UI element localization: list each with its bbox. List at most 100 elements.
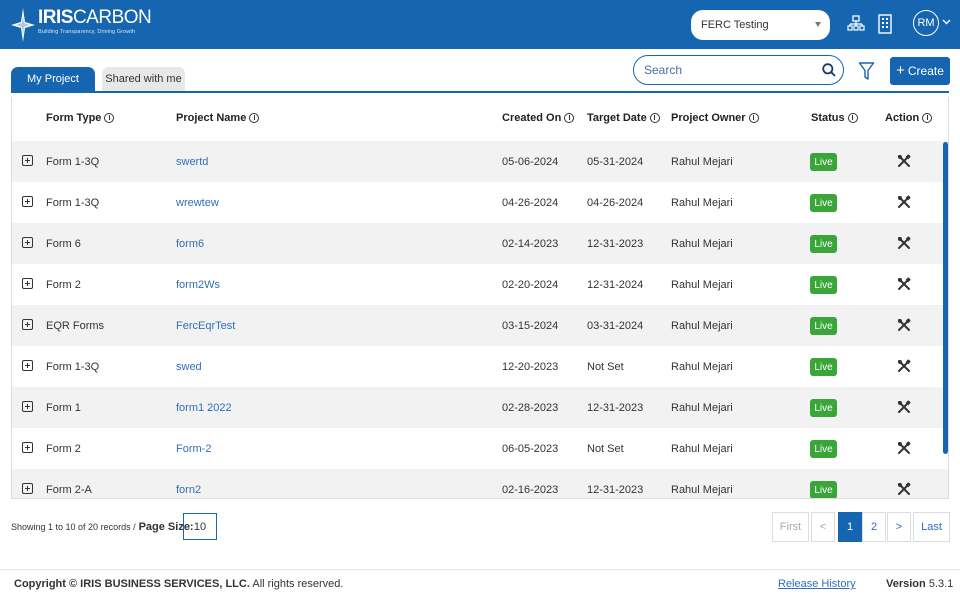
search-icon[interactable] (822, 63, 836, 77)
table-row[interactable]: Form 1 form1 2022 02-28-2023 12-31-2023 … (12, 387, 948, 428)
iris-carbon-logo[interactable]: IRISCARBON Building Transparency, Drivin… (10, 7, 152, 43)
expand-icon[interactable] (22, 237, 33, 248)
info-icon[interactable] (847, 113, 858, 123)
building-icon[interactable] (876, 13, 894, 35)
table-row[interactable]: Form 6 form6 02-14-2023 12-31-2023 Rahul… (12, 223, 948, 264)
project-name-link[interactable]: wrewtew (176, 182, 219, 223)
expand-icon[interactable] (22, 360, 33, 371)
created-on-cell: 12-20-2023 (502, 360, 559, 373)
project-name-link[interactable]: form1 2022 (176, 387, 232, 428)
records-summary: Showing 1 to 10 of 20 records / Page Siz… (11, 521, 194, 533)
page-1-button[interactable]: 1 (838, 512, 862, 542)
form-type-cell: Form 1 (46, 401, 81, 414)
tools-icon[interactable] (897, 195, 911, 209)
expand-icon[interactable] (22, 401, 33, 412)
expand-icon[interactable] (22, 155, 33, 166)
project-name-link[interactable]: swed (176, 346, 202, 387)
created-on-cell: 02-20-2024 (502, 278, 559, 291)
search-box (633, 55, 844, 85)
expand-icon[interactable] (22, 483, 33, 494)
tools-icon[interactable] (897, 441, 911, 455)
form-type-cell: Form 1-3Q (46, 196, 100, 209)
star-logo-icon (11, 8, 35, 42)
table-row[interactable]: Form 2-A forn2 02-16-2023 12-31-2023 Rah… (12, 469, 948, 498)
table-header: Form Type Project Name Created On Target… (12, 97, 948, 141)
status-badge: Live (810, 481, 837, 498)
plus-icon: + (896, 62, 905, 79)
version-number: 5.3.1 (928, 578, 954, 590)
prev-page-button[interactable]: < (811, 512, 835, 542)
column-header-project-owner[interactable]: Project Owner (671, 112, 759, 124)
table-row[interactable]: Form 1-3Q swertd 05-06-2024 05-31-2024 R… (12, 141, 948, 182)
organization-icon[interactable] (847, 13, 865, 35)
chevron-down-icon[interactable] (942, 17, 951, 26)
expand-icon[interactable] (22, 278, 33, 289)
tab-my-project[interactable]: My Project (11, 67, 95, 91)
project-name-link[interactable]: form6 (176, 223, 204, 264)
table-row[interactable]: Form 2 form2Ws 02-20-2024 12-31-2024 Rah… (12, 264, 948, 305)
top-navbar: IRISCARBON Building Transparency, Drivin… (0, 0, 960, 49)
info-icon[interactable] (922, 113, 933, 123)
last-page-button[interactable]: Last (913, 512, 950, 542)
project-name-link[interactable]: swertd (176, 141, 208, 182)
target-date-cell: 12-31-2024 (587, 278, 644, 291)
next-page-button[interactable]: > (887, 512, 911, 542)
expand-icon[interactable] (22, 442, 33, 453)
form-type-cell: EQR Forms (46, 319, 105, 332)
tools-icon[interactable] (897, 154, 911, 168)
project-name-link[interactable]: form2Ws (176, 264, 220, 305)
column-header-created-on[interactable]: Created On (502, 112, 575, 124)
info-icon[interactable] (249, 113, 260, 123)
project-name-link[interactable]: FercEqrTest (176, 305, 235, 346)
tools-icon[interactable] (897, 277, 911, 291)
created-on-cell: 04-26-2024 (502, 196, 559, 209)
column-header-form-type[interactable]: Form Type (46, 112, 115, 124)
project-owner-cell: Rahul Mejari (671, 360, 733, 373)
status-badge: Live (810, 358, 837, 376)
tools-icon[interactable] (897, 318, 911, 332)
info-icon[interactable] (104, 113, 115, 123)
release-history-link[interactable]: Release History (778, 578, 856, 590)
logo-prefix: IRIS (38, 7, 73, 28)
page-2-button[interactable]: 2 (862, 512, 886, 542)
tools-icon[interactable] (897, 236, 911, 250)
records-text: Showing 1 to 10 of 20 records / (11, 522, 136, 532)
tools-icon[interactable] (897, 482, 911, 496)
table-row[interactable]: Form 2 Form-2 06-05-2023 Not Set Rahul M… (12, 428, 948, 469)
project-name-link[interactable]: forn2 (176, 469, 201, 498)
vertical-scrollbar[interactable] (943, 142, 948, 454)
column-header-target-date[interactable]: Target Date (587, 112, 660, 124)
status-badge: Live (810, 235, 837, 253)
tools-icon[interactable] (897, 400, 911, 414)
project-dropdown[interactable]: FERC Testing (691, 10, 830, 40)
tools-icon[interactable] (897, 359, 911, 373)
target-date-cell: 12-31-2023 (587, 483, 644, 496)
filter-icon[interactable] (858, 61, 875, 81)
project-owner-cell: Rahul Mejari (671, 196, 733, 209)
search-input[interactable] (644, 63, 804, 77)
table-row[interactable]: Form 1-3Q swed 12-20-2023 Not Set Rahul … (12, 346, 948, 387)
user-avatar[interactable]: RM (913, 10, 939, 36)
create-button[interactable]: + Create (890, 57, 950, 85)
created-on-cell: 03-15-2024 (502, 319, 559, 332)
target-date-cell: Not Set (587, 360, 624, 373)
info-icon[interactable] (564, 113, 575, 123)
tab-shared-with-me[interactable]: Shared with me (102, 67, 185, 91)
column-header-project-name[interactable]: Project Name (176, 112, 260, 124)
first-page-button[interactable]: First (772, 512, 809, 542)
table-row[interactable]: EQR Forms FercEqrTest 03-15-2024 03-31-2… (12, 305, 948, 346)
status-badge: Live (810, 153, 837, 171)
table-row[interactable]: Form 1-3Q wrewtew 04-26-2024 04-26-2024 … (12, 182, 948, 223)
project-owner-cell: Rahul Mejari (671, 278, 733, 291)
info-icon[interactable] (649, 113, 660, 123)
expand-icon[interactable] (22, 196, 33, 207)
column-header-status[interactable]: Status (811, 112, 858, 124)
form-type-cell: Form 2 (46, 278, 81, 291)
project-owner-cell: Rahul Mejari (671, 483, 733, 496)
project-name-link[interactable]: Form-2 (176, 428, 211, 469)
form-type-cell: Form 1-3Q (46, 360, 100, 373)
column-header-action[interactable]: Action (885, 112, 933, 124)
info-icon[interactable] (748, 113, 759, 123)
page-size-input[interactable]: 10 (183, 513, 217, 540)
expand-icon[interactable] (22, 319, 33, 330)
